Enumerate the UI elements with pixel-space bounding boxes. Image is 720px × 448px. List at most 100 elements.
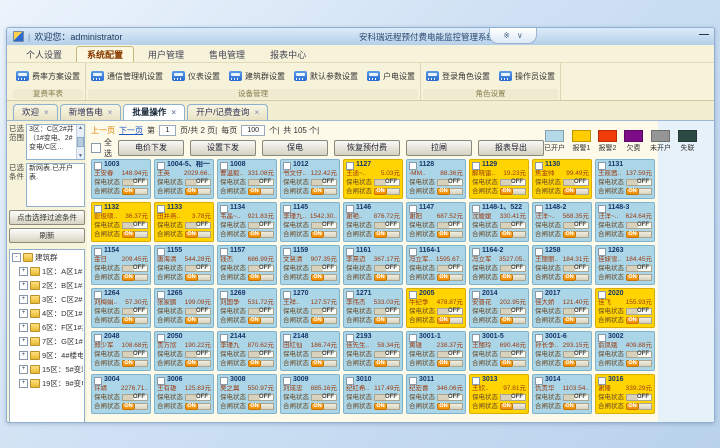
on-badge[interactable]: ON — [374, 317, 387, 324]
card-checkbox[interactable] — [598, 291, 606, 299]
power-keep-toggle[interactable]: OFF — [185, 394, 211, 401]
power-keep-toggle[interactable]: OFF — [185, 179, 211, 186]
tree-node[interactable]: + 4区：D区1#井（D区1 — [12, 308, 83, 319]
on-badge[interactable]: ON — [437, 188, 450, 195]
close-icon[interactable]: × — [108, 108, 113, 117]
on-badge[interactable]: ON — [437, 274, 450, 281]
power-keep-toggle[interactable]: OFF — [626, 308, 652, 315]
card-checkbox[interactable] — [535, 248, 543, 256]
on-badge[interactable]: ON — [500, 274, 513, 281]
switch-state-toggle[interactable]: ON — [248, 188, 274, 195]
meter-card[interactable]: 1129 解晓雷.. 19.23元 保电状态 OFF 合闸状 — [469, 159, 529, 199]
document-tab[interactable]: 欢迎 × — [13, 104, 58, 120]
switch-state-toggle[interactable]: ON — [626, 231, 652, 238]
scroll-thumb[interactable] — [77, 137, 84, 147]
switch-state-toggle[interactable]: ON — [437, 360, 463, 367]
on-badge[interactable]: ON — [626, 317, 639, 324]
on-badge[interactable]: ON — [122, 403, 135, 410]
on-badge[interactable]: ON — [626, 274, 639, 281]
on-badge[interactable]: ON — [311, 317, 324, 324]
close-icon[interactable]: × — [171, 108, 176, 117]
card-checkbox[interactable] — [409, 205, 417, 213]
power-keep-toggle[interactable]: OFF — [185, 265, 211, 272]
meter-card[interactable]: 1008 曹温毅.. 331.08元 保电状态 OFF 合闸 — [217, 159, 277, 199]
power-keep-toggle[interactable]: OFF — [122, 308, 148, 315]
power-keep-toggle[interactable]: OFF — [311, 308, 337, 315]
on-badge[interactable]: ON — [374, 403, 387, 410]
power-keep-toggle[interactable]: OFF — [626, 265, 652, 272]
expand-icon[interactable]: + — [19, 365, 28, 374]
power-keep-toggle[interactable]: OFF — [626, 351, 652, 358]
on-badge[interactable]: ON — [374, 231, 387, 238]
close-icon[interactable]: × — [254, 108, 259, 117]
power-keep-toggle[interactable]: OFF — [374, 265, 400, 272]
card-checkbox[interactable] — [535, 377, 543, 385]
on-badge[interactable]: ON — [122, 274, 135, 281]
switch-state-toggle[interactable]: ON — [374, 360, 400, 367]
on-badge[interactable]: ON — [185, 188, 198, 195]
power-keep-toggle[interactable]: OFF — [437, 394, 463, 401]
power-keep-toggle[interactable]: OFF — [500, 179, 526, 186]
power-keep-toggle[interactable]: OFF — [437, 179, 463, 186]
switch-state-toggle[interactable]: ON — [626, 188, 652, 195]
switch-state-toggle[interactable]: ON — [500, 403, 526, 410]
meter-card[interactable]: 1161 李熹迈 367.17元 保电状态 OFF 合闸状态 — [343, 245, 403, 285]
meter-card[interactable]: 1003 王安春 148.94元 保电状态 OFF 合闸状态 — [91, 159, 151, 199]
power-keep-toggle[interactable]: OFF — [500, 222, 526, 229]
card-checkbox[interactable] — [94, 205, 102, 213]
switch-state-toggle[interactable]: ON — [374, 231, 400, 238]
next-page-link[interactable]: 下一页 — [119, 125, 143, 136]
power-keep-toggle[interactable]: OFF — [122, 222, 148, 229]
switch-state-toggle[interactable]: ON — [185, 403, 211, 410]
power-keep-toggle[interactable]: OFF — [437, 351, 463, 358]
card-checkbox[interactable] — [283, 291, 291, 299]
on-badge[interactable]: ON — [311, 231, 324, 238]
meter-card[interactable]: 1134 韦晶~.. 921.83元 保电状态 OFF 合闸 — [217, 202, 277, 242]
ribbon-tab[interactable]: 用户管理 — [137, 46, 195, 62]
card-checkbox[interactable] — [94, 162, 102, 170]
expand-icon[interactable]: + — [19, 323, 28, 332]
close-icon[interactable]: × — [44, 108, 49, 117]
ribbon-tab[interactable]: 售电管理 — [198, 46, 256, 62]
card-checkbox[interactable] — [283, 377, 291, 385]
meter-card[interactable]: 1263 佳妹雪.. 184.45元 保电状态 OFF 合闸 — [595, 245, 655, 285]
switch-state-toggle[interactable]: ON — [122, 188, 148, 195]
on-badge[interactable]: ON — [248, 188, 261, 195]
on-badge[interactable]: ON — [248, 317, 261, 324]
expand-icon[interactable]: + — [19, 351, 28, 360]
power-keep-toggle[interactable]: OFF — [500, 394, 526, 401]
scroll-up-icon[interactable]: ▲ — [78, 125, 83, 131]
pin-icon[interactable]: ※ — [503, 31, 510, 40]
tree-node[interactable]: + 9区：4#楼电井（4#楼 — [12, 350, 83, 361]
power-keep-toggle[interactable]: OFF — [122, 179, 148, 186]
prev-page-link[interactable]: 上一页 — [91, 125, 115, 136]
switch-state-toggle[interactable]: ON — [248, 403, 274, 410]
card-checkbox[interactable] — [598, 205, 606, 213]
meter-card[interactable]: 1132 彭俊硕.. 36.37元 保电状态 OFF 合闸状 — [91, 202, 151, 242]
card-checkbox[interactable] — [220, 205, 228, 213]
power-keep-toggle[interactable]: OFF — [437, 222, 463, 229]
switch-state-toggle[interactable]: ON — [311, 188, 337, 195]
switch-state-toggle[interactable]: ON — [122, 360, 148, 367]
refresh-button[interactable]: 刷新 — [9, 228, 85, 243]
meter-card[interactable]: 3001-6 孙长争.. 293.15元 保电状态 OFF — [532, 331, 592, 371]
power-keep-toggle[interactable]: OFF — [185, 351, 211, 358]
meter-card[interactable]: 1264 刘梅娟.. 57.30元 保电状态 OFF 合闸状 — [91, 288, 151, 328]
on-badge[interactable]: ON — [248, 403, 261, 410]
tree-node[interactable]: + 19区：9#变电站（2 — [12, 378, 83, 389]
expand-icon[interactable]: + — [19, 267, 28, 276]
meter-card[interactable]: 2048 郑少军 108.68元 保电状态 OFF 合闸状态 — [91, 331, 151, 371]
scrollbar[interactable]: ▲ ▼ — [76, 125, 84, 159]
power-keep-toggle[interactable]: OFF — [122, 265, 148, 272]
card-checkbox[interactable] — [409, 377, 417, 385]
document-tab[interactable]: 新增售电 × — [60, 104, 122, 120]
card-checkbox[interactable] — [346, 162, 354, 170]
switch-state-toggle[interactable]: ON — [122, 231, 148, 238]
meter-card[interactable]: 2148 田红仙 186.74元 保电状态 OFF 合闸状态 — [280, 331, 340, 371]
card-checkbox[interactable] — [220, 162, 228, 170]
meter-card[interactable]: 1128 -MM.. 88.36元 保电状态 OFF 合闸状 — [406, 159, 466, 199]
on-badge[interactable]: ON — [563, 403, 576, 410]
card-checkbox[interactable] — [598, 162, 606, 170]
card-checkbox[interactable] — [220, 248, 228, 256]
on-badge[interactable]: ON — [500, 360, 513, 367]
